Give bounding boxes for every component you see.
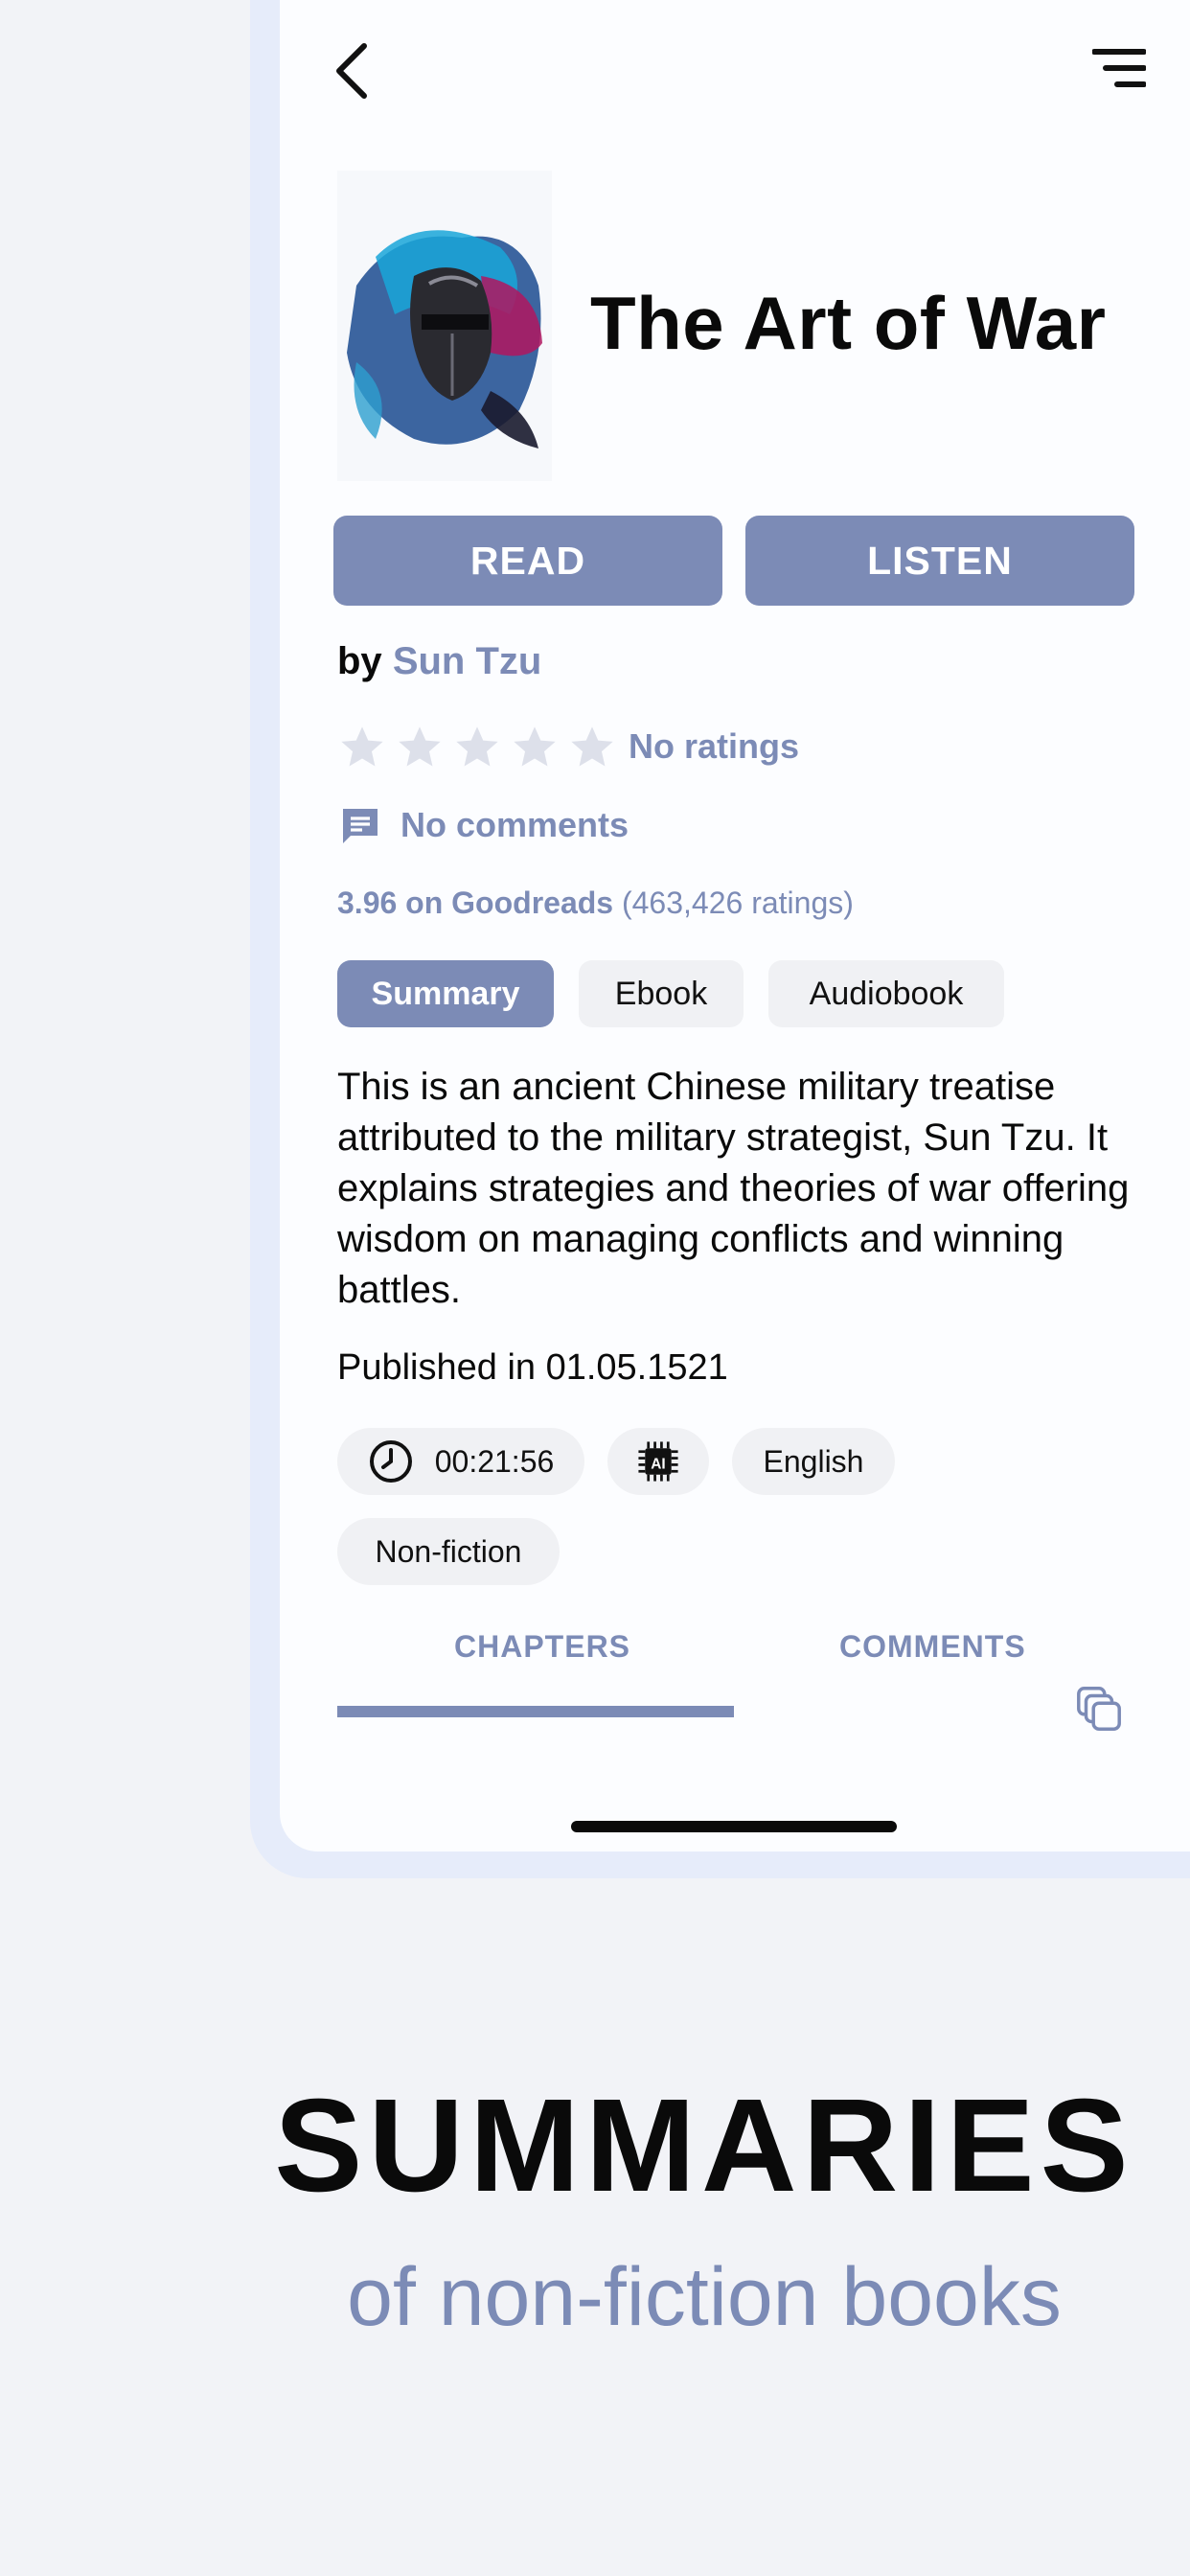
duration-chip: 00:21:56 bbox=[337, 1428, 584, 1495]
star-icon[interactable] bbox=[452, 723, 502, 772]
listen-button[interactable]: LISTEN bbox=[745, 516, 1134, 606]
book-description: This is an ancient Chinese military trea… bbox=[337, 1066, 1130, 1311]
star-icon[interactable] bbox=[510, 723, 560, 772]
tab-ebook[interactable]: Ebook bbox=[579, 960, 744, 1027]
comments-label[interactable]: No comments bbox=[400, 805, 629, 845]
comment-icon bbox=[343, 809, 378, 843]
back-chevron-icon[interactable] bbox=[326, 38, 383, 104]
duration-text: 00:21:56 bbox=[434, 1443, 555, 1479]
language-chip: English bbox=[732, 1428, 895, 1495]
tab-audiobook[interactable]: Audiobook bbox=[768, 960, 1004, 1027]
star-icon[interactable] bbox=[567, 723, 617, 772]
book-cover-image bbox=[337, 171, 552, 481]
star-icon[interactable] bbox=[395, 723, 445, 772]
ai-chip: AI bbox=[607, 1428, 709, 1495]
goodreads-rating: 3.96 on Goodreads (463,426 ratings) bbox=[337, 886, 854, 921]
ai-chip-label: AI bbox=[651, 1457, 665, 1473]
ai-chip-icon: AI bbox=[638, 1441, 678, 1482]
promo-subline: of non-fiction books bbox=[347, 2251, 1062, 2343]
promo-headline: SUMMARIES bbox=[274, 2072, 1134, 2220]
author-link[interactable]: Sun Tzu bbox=[393, 640, 542, 682]
published-date: Published in 01.05.1521 bbox=[337, 1347, 728, 1388]
tab-summary[interactable]: Summary bbox=[337, 960, 554, 1027]
genre-chip[interactable]: Non-fiction bbox=[337, 1518, 560, 1585]
active-tab-indicator bbox=[337, 1706, 734, 1717]
tab-comments[interactable]: COMMENTS bbox=[839, 1629, 1026, 1665]
goodreads-score: 3.96 on Goodreads bbox=[337, 886, 614, 920]
rating-stars[interactable] bbox=[337, 723, 617, 772]
by-label: by bbox=[337, 640, 382, 682]
clock-icon bbox=[369, 1440, 412, 1483]
helmet-cover-art bbox=[337, 171, 552, 481]
book-title: The Art of War bbox=[590, 281, 1107, 365]
read-button[interactable]: READ bbox=[333, 516, 722, 606]
author-line: by Sun Tzu bbox=[337, 640, 541, 683]
home-indicator[interactable] bbox=[571, 1821, 897, 1832]
menu-icon[interactable] bbox=[1092, 46, 1146, 90]
goodreads-count: (463,426 ratings) bbox=[621, 886, 854, 920]
star-icon[interactable] bbox=[337, 723, 387, 772]
ratings-label: No ratings bbox=[629, 726, 800, 766]
copy-icon[interactable] bbox=[1073, 1683, 1125, 1735]
tab-chapters[interactable]: CHAPTERS bbox=[454, 1629, 630, 1665]
